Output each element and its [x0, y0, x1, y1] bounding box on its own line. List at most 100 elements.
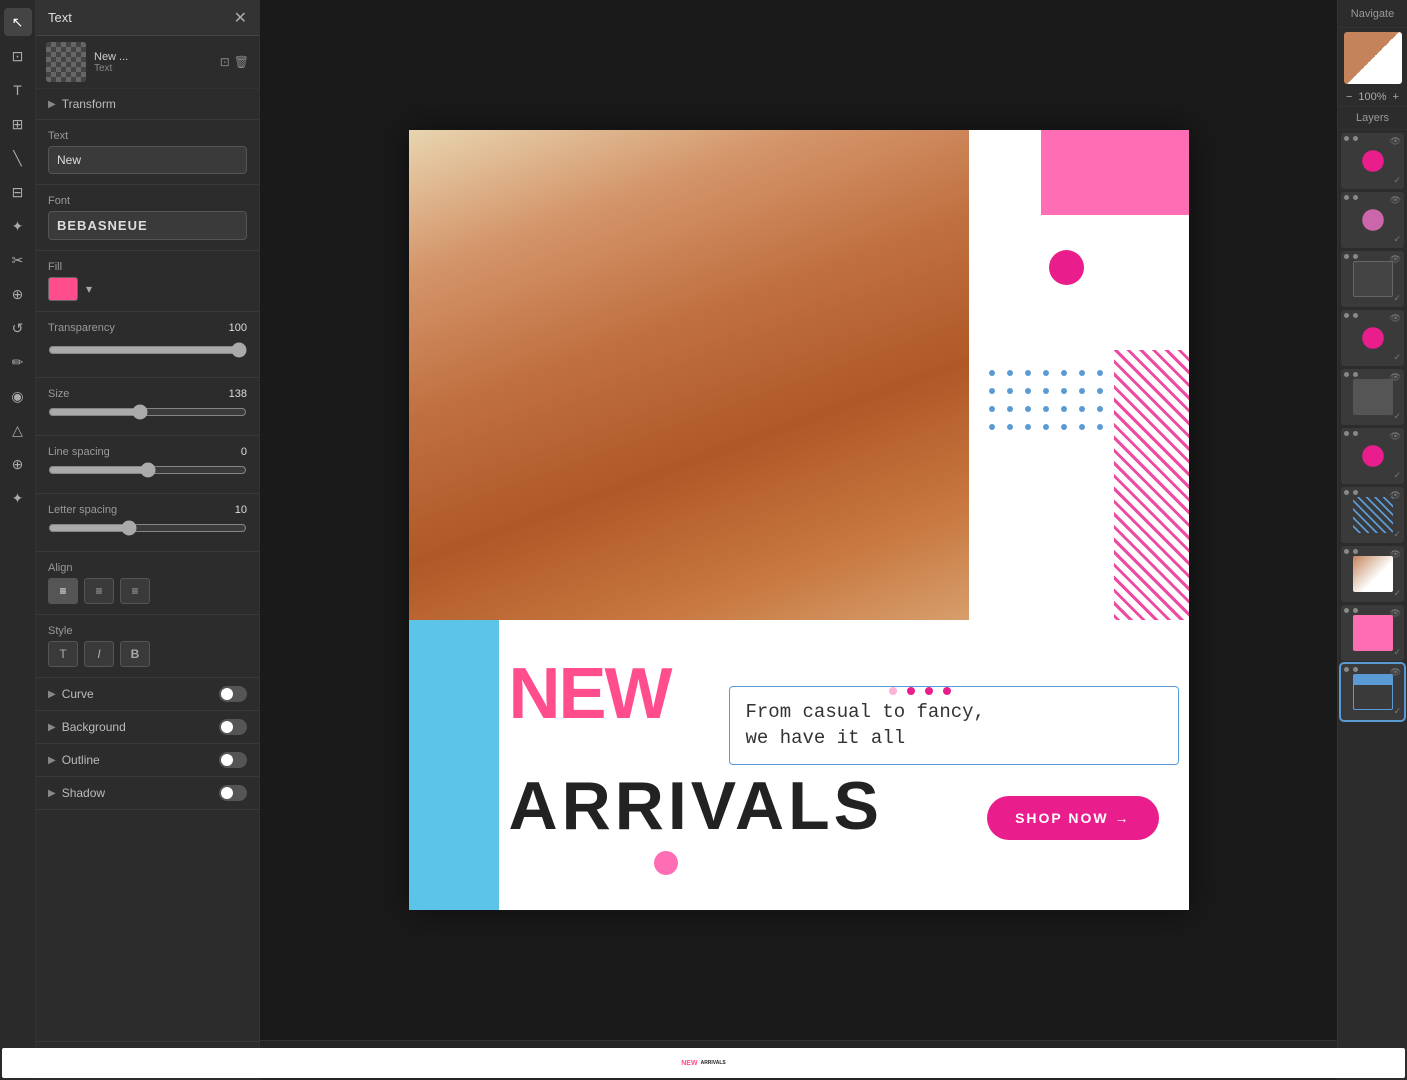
line-spacing-label: Line spacing: [48, 446, 110, 458]
shadow-knob: [221, 787, 233, 799]
canvas-shop-btn[interactable]: SHOP NOW →: [987, 796, 1158, 840]
background-label: ▶ Background: [48, 720, 126, 734]
transparency-slider[interactable]: [48, 342, 247, 358]
letter-spacing-slider[interactable]: [48, 520, 247, 536]
fill-row: ▾: [48, 277, 247, 301]
layer-4[interactable]: 👁 ✓: [1341, 310, 1404, 366]
curve-title: Curve: [62, 687, 94, 701]
layer-selected[interactable]: 👁 ✓: [1341, 664, 1404, 720]
tool-rotate[interactable]: ↺: [4, 314, 32, 342]
align-center[interactable]: ≡: [84, 578, 114, 604]
panel-close-icon[interactable]: ✕: [234, 8, 247, 28]
letter-spacing-section: Letter spacing 10: [36, 494, 259, 552]
canvas-new-text: NEW: [509, 653, 671, 735]
zoom-minus[interactable]: −: [1344, 91, 1354, 103]
tool-triangle[interactable]: △: [4, 416, 32, 444]
outline-title: Outline: [62, 753, 100, 767]
line-spacing-value: 0: [241, 446, 247, 458]
right-panel: Navigate NEW ARRIVALS − 100% + Layers 👁 …: [1337, 0, 1407, 1080]
layer-9[interactable]: 👁 ✓: [1341, 605, 1404, 661]
align-label: Align: [48, 562, 247, 574]
style-bold[interactable]: B: [120, 641, 150, 667]
font-section: Font: [36, 185, 259, 251]
zoom-plus[interactable]: +: [1391, 91, 1401, 103]
layer-2[interactable]: 👁 ✓: [1341, 192, 1404, 248]
layer-1[interactable]: 👁 ✓: [1341, 133, 1404, 189]
background-title: Background: [62, 720, 126, 734]
outline-toggle-row[interactable]: ▶ Outline: [36, 744, 259, 777]
tool-cursor[interactable]: ↖: [4, 8, 32, 36]
layer-8[interactable]: 👁 ✓: [1341, 546, 1404, 602]
shadow-chevron: ▶: [48, 788, 56, 799]
canvas-area: NEW From casual to fancy, we have it all…: [260, 0, 1337, 1080]
tool-align[interactable]: ⊕: [4, 280, 32, 308]
tool-shapes[interactable]: ⊞: [4, 110, 32, 138]
fill-section: Fill ▾: [36, 251, 259, 312]
canvas-text-box[interactable]: From casual to fancy, we have it all: [729, 686, 1179, 765]
line-spacing-slider[interactable]: [48, 462, 247, 478]
layer-thumbnail: [46, 42, 86, 82]
outline-toggle[interactable]: [219, 752, 247, 768]
background-chevron: ▶: [48, 722, 56, 733]
transparency-label: Transparency: [48, 322, 115, 334]
layer-duplicate[interactable]: ⊡: [220, 55, 230, 69]
left-panel: Text ✕ New ... Text ⊡ 🗑 ▶ Transform: [36, 0, 260, 1080]
canvas-dots-row: [889, 687, 951, 695]
font-input[interactable]: [48, 211, 247, 240]
left-toolbar: ↖ ⊡ T ⊞ ╲ ⊟ ✦ ✂ ⊕ ↺ ✏ ◉ △ ⊕ ✦ ⌂: [0, 0, 36, 1080]
layer-7[interactable]: 👁 ✓: [1341, 487, 1404, 543]
shadow-toggle[interactable]: [219, 785, 247, 801]
background-toggle[interactable]: [219, 719, 247, 735]
style-italic[interactable]: I: [84, 641, 114, 667]
background-toggle-row[interactable]: ▶ Background: [36, 711, 259, 744]
canvas-bottom: NEW From casual to fancy, we have it all…: [409, 620, 1189, 910]
tool-text[interactable]: T: [4, 76, 32, 104]
layer-type: Text: [94, 63, 212, 74]
text-input[interactable]: [48, 146, 247, 174]
shadow-toggle-row[interactable]: ▶ Shadow: [36, 777, 259, 810]
navigate-thumbnail: NEW ARRIVALS: [1344, 32, 1402, 84]
size-label: Size: [48, 388, 69, 400]
style-normal[interactable]: T: [48, 641, 78, 667]
tool-image[interactable]: ⊟: [4, 178, 32, 206]
canvas-arrivals-text: ARRIVALS: [509, 767, 884, 845]
size-row: Size 138: [48, 388, 247, 400]
curve-toggle[interactable]: [219, 686, 247, 702]
align-left[interactable]: ≡: [48, 578, 78, 604]
curve-toggle-row[interactable]: ▶ Curve: [36, 678, 259, 711]
canvas-pink-dot-bottom: [654, 851, 678, 875]
fill-swatch[interactable]: [48, 277, 78, 301]
canvas-container[interactable]: NEW From casual to fancy, we have it all…: [260, 0, 1337, 1040]
panel-header: Text ✕: [36, 0, 259, 36]
dot-1: [889, 687, 897, 695]
layer-3[interactable]: 👁 ✓: [1341, 251, 1404, 307]
tool-brush[interactable]: ╲: [4, 144, 32, 172]
transform-title: Transform: [62, 97, 116, 111]
canvas-pink-circle-1: [1049, 250, 1084, 285]
canvas-dot-grid: [989, 370, 1109, 436]
tool-color[interactable]: ◉: [4, 382, 32, 410]
fill-dropdown[interactable]: ▾: [86, 282, 92, 296]
transparency-value: 100: [229, 322, 247, 334]
canvas-shop-text: SHOP NOW →: [1015, 810, 1130, 826]
text-section: Text: [36, 120, 259, 185]
size-slider[interactable]: [48, 404, 247, 420]
transform-section[interactable]: ▶ Transform: [36, 89, 259, 120]
tool-settings[interactable]: ✦: [4, 484, 32, 512]
layer-delete[interactable]: 🗑: [234, 55, 249, 69]
layer-5[interactable]: 👁 ✓: [1341, 369, 1404, 425]
tool-pen[interactable]: ✏: [4, 348, 32, 376]
text-label: Text: [48, 130, 247, 142]
tool-effects[interactable]: ✦: [4, 212, 32, 240]
layer-item[interactable]: New ... Text ⊡ 🗑: [36, 36, 259, 89]
align-right[interactable]: ≡: [120, 578, 150, 604]
font-label: Font: [48, 195, 247, 207]
shadow-label: ▶ Shadow: [48, 786, 105, 800]
tool-cut[interactable]: ✂: [4, 246, 32, 274]
style-section: Style T I B: [36, 615, 259, 678]
dot-2: [907, 687, 915, 695]
tool-globe[interactable]: ⊕: [4, 450, 32, 478]
layer-6[interactable]: 👁 ✓: [1341, 428, 1404, 484]
curve-knob: [221, 688, 233, 700]
tool-crop[interactable]: ⊡: [4, 42, 32, 70]
